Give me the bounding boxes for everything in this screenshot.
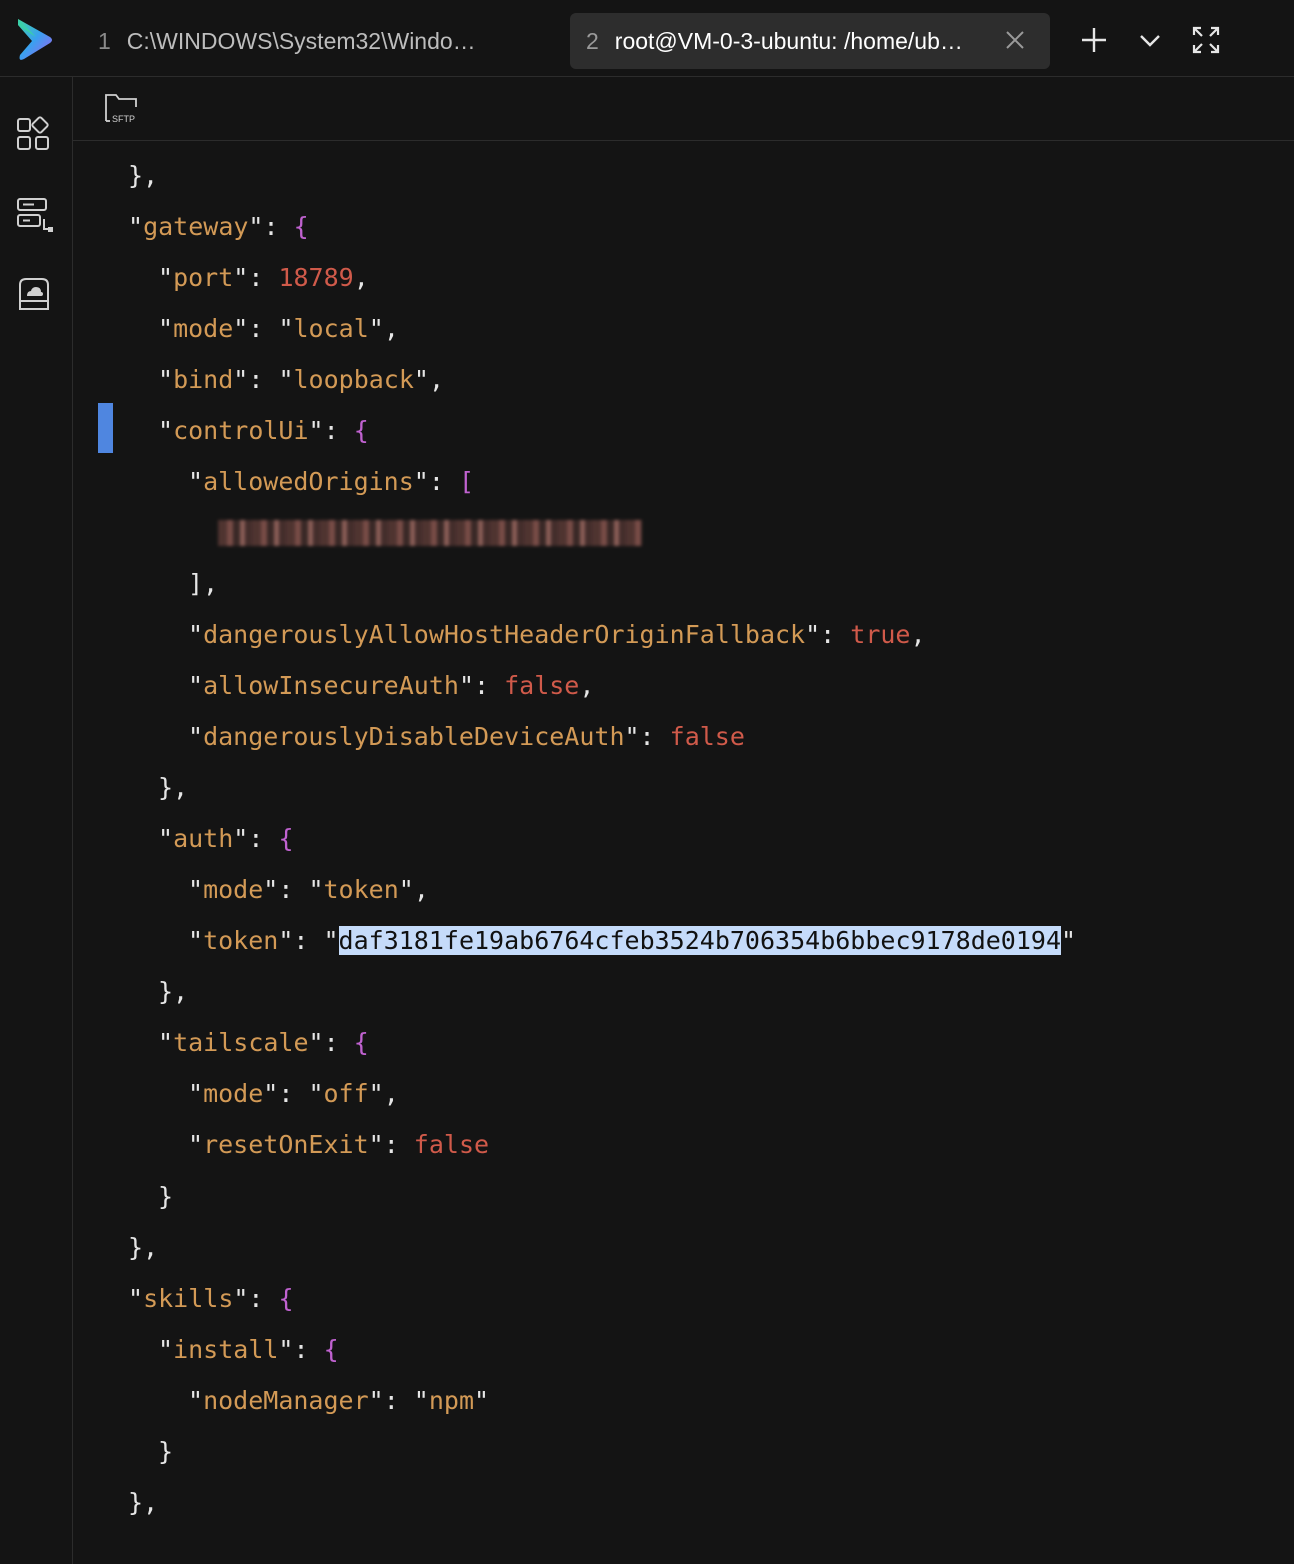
terminal-line: "dangerouslyAllowHostHeaderOriginFallbac… <box>188 620 926 649</box>
terminal-line: "controlUi": { <box>158 416 369 445</box>
json-bracket: { <box>353 1028 369 1057</box>
json-value: false <box>504 671 580 700</box>
terminal-line: "port": 18789, <box>158 263 369 292</box>
chevron-down-icon[interactable] <box>1134 24 1166 56</box>
redacted-origin <box>218 520 642 546</box>
tab-windows-cmd[interactable]: 1 C:\WINDOWS\System32\Windo… <box>84 13 554 69</box>
json-bracket: [ <box>458 467 474 496</box>
terminal-line: ], <box>73 564 218 604</box>
tab-number: 1 <box>98 27 111 54</box>
terminal-line: "mode": "off", <box>188 1079 399 1108</box>
json-value: 18789 <box>278 263 354 292</box>
json-string: npm <box>428 1386 475 1415</box>
terminal-line: "bind": "loopback", <box>158 365 445 394</box>
terminal-line: "mode": "token", <box>188 875 429 904</box>
terminal-line: }, <box>73 972 188 1012</box>
json-punctuation: }, <box>128 161 159 190</box>
json-bracket: { <box>278 1284 294 1313</box>
json-value: false <box>669 722 745 751</box>
json-punctuation: }, <box>158 977 189 1006</box>
terminal-line: "resetOnExit": false <box>188 1130 490 1159</box>
json-punctuation: } <box>158 1437 174 1466</box>
json-key: auth <box>173 824 234 853</box>
json-bracket: { <box>353 416 369 445</box>
terminal-line: }, <box>73 1228 158 1268</box>
terminal-line: "skills": { <box>128 1284 294 1313</box>
sftp-label: SFTP <box>112 114 135 124</box>
json-key: port <box>173 263 234 292</box>
terminal-line: "tailscale": { <box>158 1028 369 1057</box>
terminal-line: "nodeManager": "npm" <box>188 1386 490 1415</box>
json-key: skills <box>143 1284 234 1313</box>
new-tab-plus-icon[interactable] <box>1078 24 1110 56</box>
json-value: false <box>413 1130 490 1159</box>
json-key: mode <box>203 875 264 904</box>
json-punctuation: }, <box>128 1488 159 1517</box>
tab-ssh-ubuntu[interactable]: 2 root@VM-0-3-ubuntu: /home/ub… <box>570 13 1050 69</box>
json-key: token <box>203 926 279 955</box>
json-punctuation: } <box>158 1182 174 1211</box>
apps-grid-icon[interactable] <box>14 115 54 155</box>
terminal-line: "allowedOrigins": [ <box>188 467 474 496</box>
json-bracket: { <box>293 212 309 241</box>
terminal-line: } <box>73 1432 173 1472</box>
terminal-line: }, <box>73 156 158 196</box>
json-key: nodeManager <box>203 1386 369 1415</box>
json-key: allowedOrigins <box>203 467 414 496</box>
terminal-line: "install": { <box>158 1335 339 1364</box>
json-punctuation: }, <box>158 773 189 802</box>
terminal-line: "dangerouslyDisableDeviceAuth": false <box>188 722 745 751</box>
json-punctuation: }, <box>128 1233 159 1262</box>
json-punctuation: ], <box>188 569 219 598</box>
terminal-toolbar: SFTP <box>73 77 1294 141</box>
terminal-line: }, <box>73 768 188 808</box>
selected-token-value: daf3181fe19ab6764cfeb3524b706354b6bbec91… <box>338 926 1062 955</box>
tab-bar: 1 C:\WINDOWS\System32\Windo… 2 root@VM-0… <box>0 0 1294 77</box>
terminal-line: "gateway": { <box>128 212 309 241</box>
terminal-line <box>73 512 642 552</box>
json-key: resetOnExit <box>203 1130 369 1159</box>
tab-title: root@VM-0-3-ubuntu: /home/ub… <box>614 27 963 54</box>
json-bracket: { <box>323 1335 339 1364</box>
json-string: local <box>293 314 369 343</box>
server-connections-icon[interactable] <box>14 195 54 235</box>
json-string: loopback <box>293 365 414 394</box>
terminal-line: } <box>73 1177 173 1217</box>
json-key: bind <box>173 365 234 394</box>
terminal-line: "auth": { <box>158 824 294 853</box>
json-key: install <box>173 1335 279 1364</box>
json-bracket: { <box>278 824 294 853</box>
cloud-drive-icon[interactable] <box>14 275 54 315</box>
json-key: allowInsecureAuth <box>203 671 459 700</box>
terminal-output[interactable]: }, "gateway": { "port": 18789, "mode": "loc… <box>73 141 1294 1564</box>
json-string: off <box>323 1079 369 1108</box>
fullscreen-icon[interactable] <box>1190 24 1222 56</box>
left-sidebar <box>0 77 73 1564</box>
terminal-line: "token": "daf3181fe19ab6764cfeb3524b7063… <box>188 926 1077 955</box>
sftp-folder-icon[interactable]: SFTP <box>103 91 139 127</box>
json-value: true <box>850 620 911 649</box>
terminal-line: "mode": "local", <box>158 314 399 343</box>
tab-number: 2 <box>586 27 599 54</box>
json-key: controlUi <box>173 416 309 445</box>
json-string: token <box>323 875 399 904</box>
json-key: mode <box>203 1079 264 1108</box>
tab-title: C:\WINDOWS\System32\Windo… <box>126 27 476 54</box>
json-key: tailscale <box>173 1028 309 1057</box>
json-key: mode <box>173 314 234 343</box>
app-logo-icon <box>18 19 52 60</box>
close-icon[interactable] <box>1004 29 1026 51</box>
json-key: gateway <box>143 212 249 241</box>
json-key: dangerouslyAllowHostHeaderOriginFallback <box>203 620 806 649</box>
terminal-line: "allowInsecureAuth": false, <box>188 671 595 700</box>
json-key: dangerouslyDisableDeviceAuth <box>203 722 625 751</box>
terminal-line: }, <box>73 1483 158 1523</box>
